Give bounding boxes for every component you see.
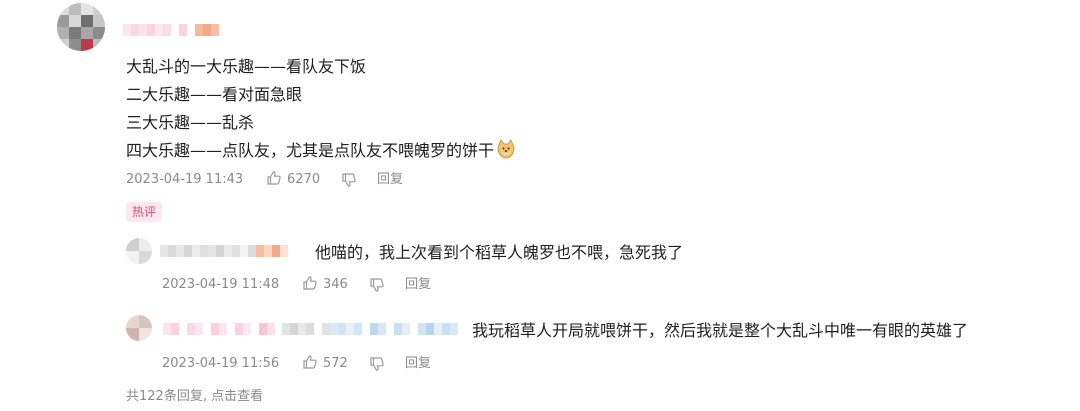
comment-timestamp: 2023-04-19 11:43 bbox=[126, 172, 244, 187]
reply-1-like-button[interactable]: 346 bbox=[302, 275, 348, 295]
reply-2-avatar[interactable] bbox=[126, 315, 152, 341]
reply-2-like-count: 572 bbox=[323, 356, 348, 371]
like-button[interactable]: 6270 bbox=[266, 170, 320, 190]
thumbs-up-icon bbox=[302, 354, 318, 374]
avatar[interactable] bbox=[57, 3, 105, 51]
reply-button[interactable]: 回复 bbox=[377, 172, 403, 188]
username[interactable] bbox=[123, 24, 219, 36]
reply-2-username[interactable] bbox=[163, 323, 275, 335]
reply-2-text: 我玩稻草人开局就喂饼干，然后我就是整个大乱斗中唯一有眼的英雄了 bbox=[472, 321, 969, 340]
reply-1-reply-button[interactable]: 回复 bbox=[405, 277, 431, 293]
reply-1-timestamp: 2023-04-19 11:48 bbox=[162, 277, 280, 292]
doge-icon bbox=[496, 139, 516, 163]
reply-1-text: 他喵的，我上次看到个稻草人魄罗也不喂，急死我了 bbox=[315, 243, 684, 262]
reply-1-like-count: 346 bbox=[323, 277, 348, 292]
reply-2-like-button[interactable]: 572 bbox=[302, 354, 348, 374]
comment-line-1: 大乱斗的一大乐趣——看队友下饭 bbox=[126, 57, 367, 76]
reply-1-username[interactable] bbox=[160, 245, 288, 257]
reply-2-timestamp: 2023-04-19 11:56 bbox=[162, 356, 280, 371]
thumbs-down-icon bbox=[369, 277, 385, 297]
reply-to-username[interactable] bbox=[282, 323, 458, 335]
thumbs-down-icon bbox=[369, 356, 385, 376]
thumbs-up-icon bbox=[266, 170, 282, 190]
comment-line-4-wrap: 四大乐趣——点队友，尤其是点队友不喂魄罗的饼干 bbox=[126, 139, 516, 163]
like-count: 6270 bbox=[287, 172, 321, 187]
comment-line-2: 二大乐趣——看对面急眼 bbox=[126, 85, 303, 104]
reply-1-avatar[interactable] bbox=[126, 238, 152, 264]
dislike-button[interactable] bbox=[341, 171, 357, 192]
thumbs-down-icon bbox=[341, 172, 357, 192]
comment-line-4: 四大乐趣——点队友，尤其是点队友不喂魄罗的饼干 bbox=[126, 141, 495, 160]
reply-1-dislike-button[interactable] bbox=[369, 276, 385, 297]
view-more-replies-link[interactable]: 共122条回复, 点击查看 bbox=[126, 389, 263, 405]
reply-2-reply-button[interactable]: 回复 bbox=[405, 356, 431, 372]
thumbs-up-icon bbox=[302, 275, 318, 295]
reply-2-dislike-button[interactable] bbox=[369, 355, 385, 376]
hot-comment-tag: 热评 bbox=[126, 202, 163, 222]
comment-line-3: 三大乐趣——乱杀 bbox=[126, 113, 255, 132]
